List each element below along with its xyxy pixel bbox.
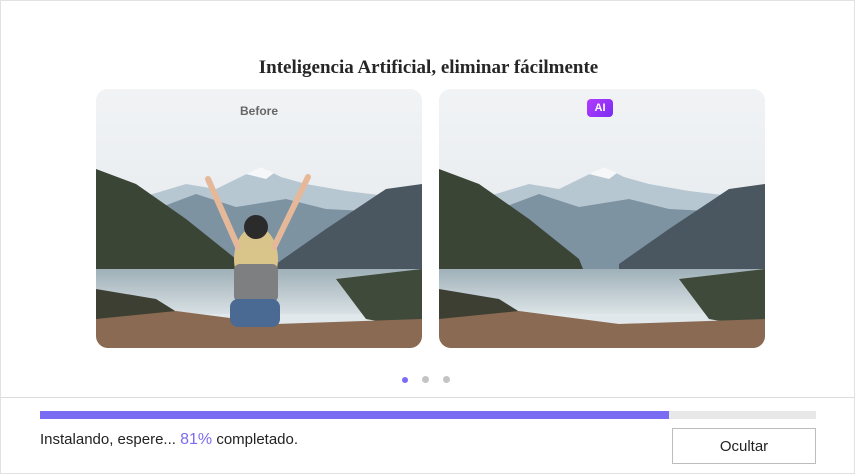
carousel-pagination <box>402 376 450 384</box>
footer-divider <box>1 397 855 398</box>
install-progress-fill <box>40 411 669 419</box>
install-status-text: Instalando, espere... 81% completado. <box>40 431 298 449</box>
status-percent: 81% <box>180 431 213 448</box>
carousel-dot-3[interactable] <box>443 376 450 383</box>
before-image-card: Before <box>96 89 422 348</box>
status-suffix: completado. <box>216 431 299 448</box>
carousel-dot-2[interactable] <box>422 376 429 383</box>
carousel-dot-1[interactable] <box>402 377 408 383</box>
after-photo <box>439 89 765 348</box>
after-image-card: AI <box>439 89 765 348</box>
before-label: Before <box>239 104 278 118</box>
before-photo <box>96 89 422 348</box>
install-progress-bar <box>40 411 816 419</box>
carousel-title: Inteligencia Artificial, eliminar fácilm… <box>258 57 599 78</box>
hide-button[interactable]: Ocultar <box>672 428 816 464</box>
ai-badge: AI <box>587 99 613 117</box>
status-prefix: Instalando, espere... <box>40 431 176 448</box>
installer-window: Inteligencia Artificial, eliminar fácilm… <box>0 0 855 474</box>
